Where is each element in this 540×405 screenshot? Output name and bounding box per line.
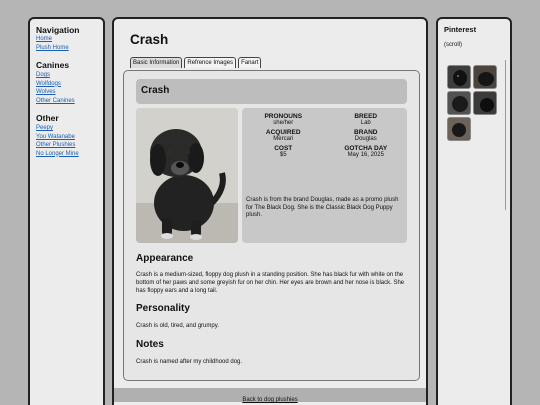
nav-link-other-plushies[interactable]: Other Plushies [36, 141, 97, 150]
nav-heading-canines: Canines [36, 60, 70, 70]
pinterest-thumbnail[interactable] [473, 65, 497, 89]
pinterest-panel: Pinterest (scroll) [436, 17, 512, 405]
nav-link-dogs[interactable]: Dogs [36, 71, 97, 80]
personality-heading: Personality [136, 303, 190, 314]
pinterest-subtitle: (scroll) [444, 42, 462, 48]
profile-card: Crash PRONOUNS she/her BREED Lab ACQUIRE… [123, 70, 420, 381]
appearance-text: Crash is a medium-sized, floppy dog plus… [136, 272, 405, 294]
field-value: Douglas [354, 136, 377, 142]
field-value: Mercari [273, 136, 294, 142]
field-value: she/her [273, 120, 294, 126]
tab-bar: Basic Information Refrence Images Fanart [130, 57, 262, 68]
field-label: BRAND [354, 129, 378, 136]
footer-bar: Back to dog plushies [114, 388, 426, 403]
nav-link-plush-home[interactable]: Plush Home [36, 44, 97, 53]
nav-link-wolfdogs[interactable]: Wolfdogs [36, 80, 97, 89]
field-label: PRONOUNS [264, 113, 303, 120]
field-value: May 16, 2025 [347, 152, 384, 158]
pinterest-thumbnail[interactable] [447, 65, 471, 89]
profile-blurb: Crash is from the brand Douglas, made as… [246, 197, 399, 218]
info-box: PRONOUNS she/her BREED Lab ACQUIRED Merc… [242, 108, 407, 243]
tab-reference-images[interactable]: Refrence Images [184, 57, 237, 68]
notes-heading: Notes [136, 339, 164, 350]
nav-link-peepy[interactable]: Peepy [36, 124, 97, 133]
field-cost: COST $5 [242, 145, 325, 158]
field-value: $5 [279, 152, 287, 158]
plush-photo [136, 108, 238, 243]
nav-link-wolves[interactable]: Wolves [36, 88, 97, 97]
field-acquired: ACQUIRED Mercari [242, 129, 325, 142]
nav-link-you-watanabe[interactable]: You Watanabe [36, 133, 97, 142]
nav-heading-other: Other [36, 113, 59, 123]
page-title: Crash [130, 32, 169, 47]
tab-basic-information[interactable]: Basic Information [130, 57, 183, 68]
field-label: COST [274, 145, 293, 152]
profile-name: Crash [136, 79, 407, 104]
field-label: GOTCHA DAY [344, 145, 388, 152]
pinterest-title: Pinterest [444, 25, 477, 34]
field-breed: BREED Lab [325, 113, 408, 126]
pinterest-grid[interactable] [447, 65, 505, 141]
field-label: BREED [354, 113, 378, 120]
field-value: Lab [360, 120, 371, 126]
personality-text: Crash is old, tired, and grumpy. [136, 323, 219, 329]
back-to-dog-plushies-link[interactable]: Back to dog plushies [242, 397, 297, 403]
nav-title: Navigation [36, 25, 80, 35]
appearance-heading: Appearance [136, 253, 194, 264]
navigation-panel: Navigation Home Plush Home Canines Dogs … [28, 17, 105, 405]
field-pronouns: PRONOUNS she/her [242, 113, 325, 126]
notes-text: Crash is named after my childhood dog. [136, 359, 243, 365]
pinterest-thumbnail[interactable] [473, 91, 497, 115]
tab-fanart[interactable]: Fanart [238, 57, 262, 68]
field-gotcha-day: GOTCHA DAY May 16, 2025 [325, 145, 408, 158]
pinterest-thumbnail[interactable] [447, 117, 471, 141]
pinterest-thumbnail[interactable] [447, 91, 471, 115]
field-brand: BRAND Douglas [325, 129, 408, 142]
nav-link-no-longer-mine[interactable]: No Longer Mine [36, 150, 97, 159]
field-label: ACQUIRED [265, 129, 301, 136]
nav-link-home[interactable]: Home [36, 35, 97, 44]
main-panel: Crash Basic Information Refrence Images … [112, 17, 428, 405]
nav-link-other-canines[interactable]: Other Canines [36, 97, 97, 106]
